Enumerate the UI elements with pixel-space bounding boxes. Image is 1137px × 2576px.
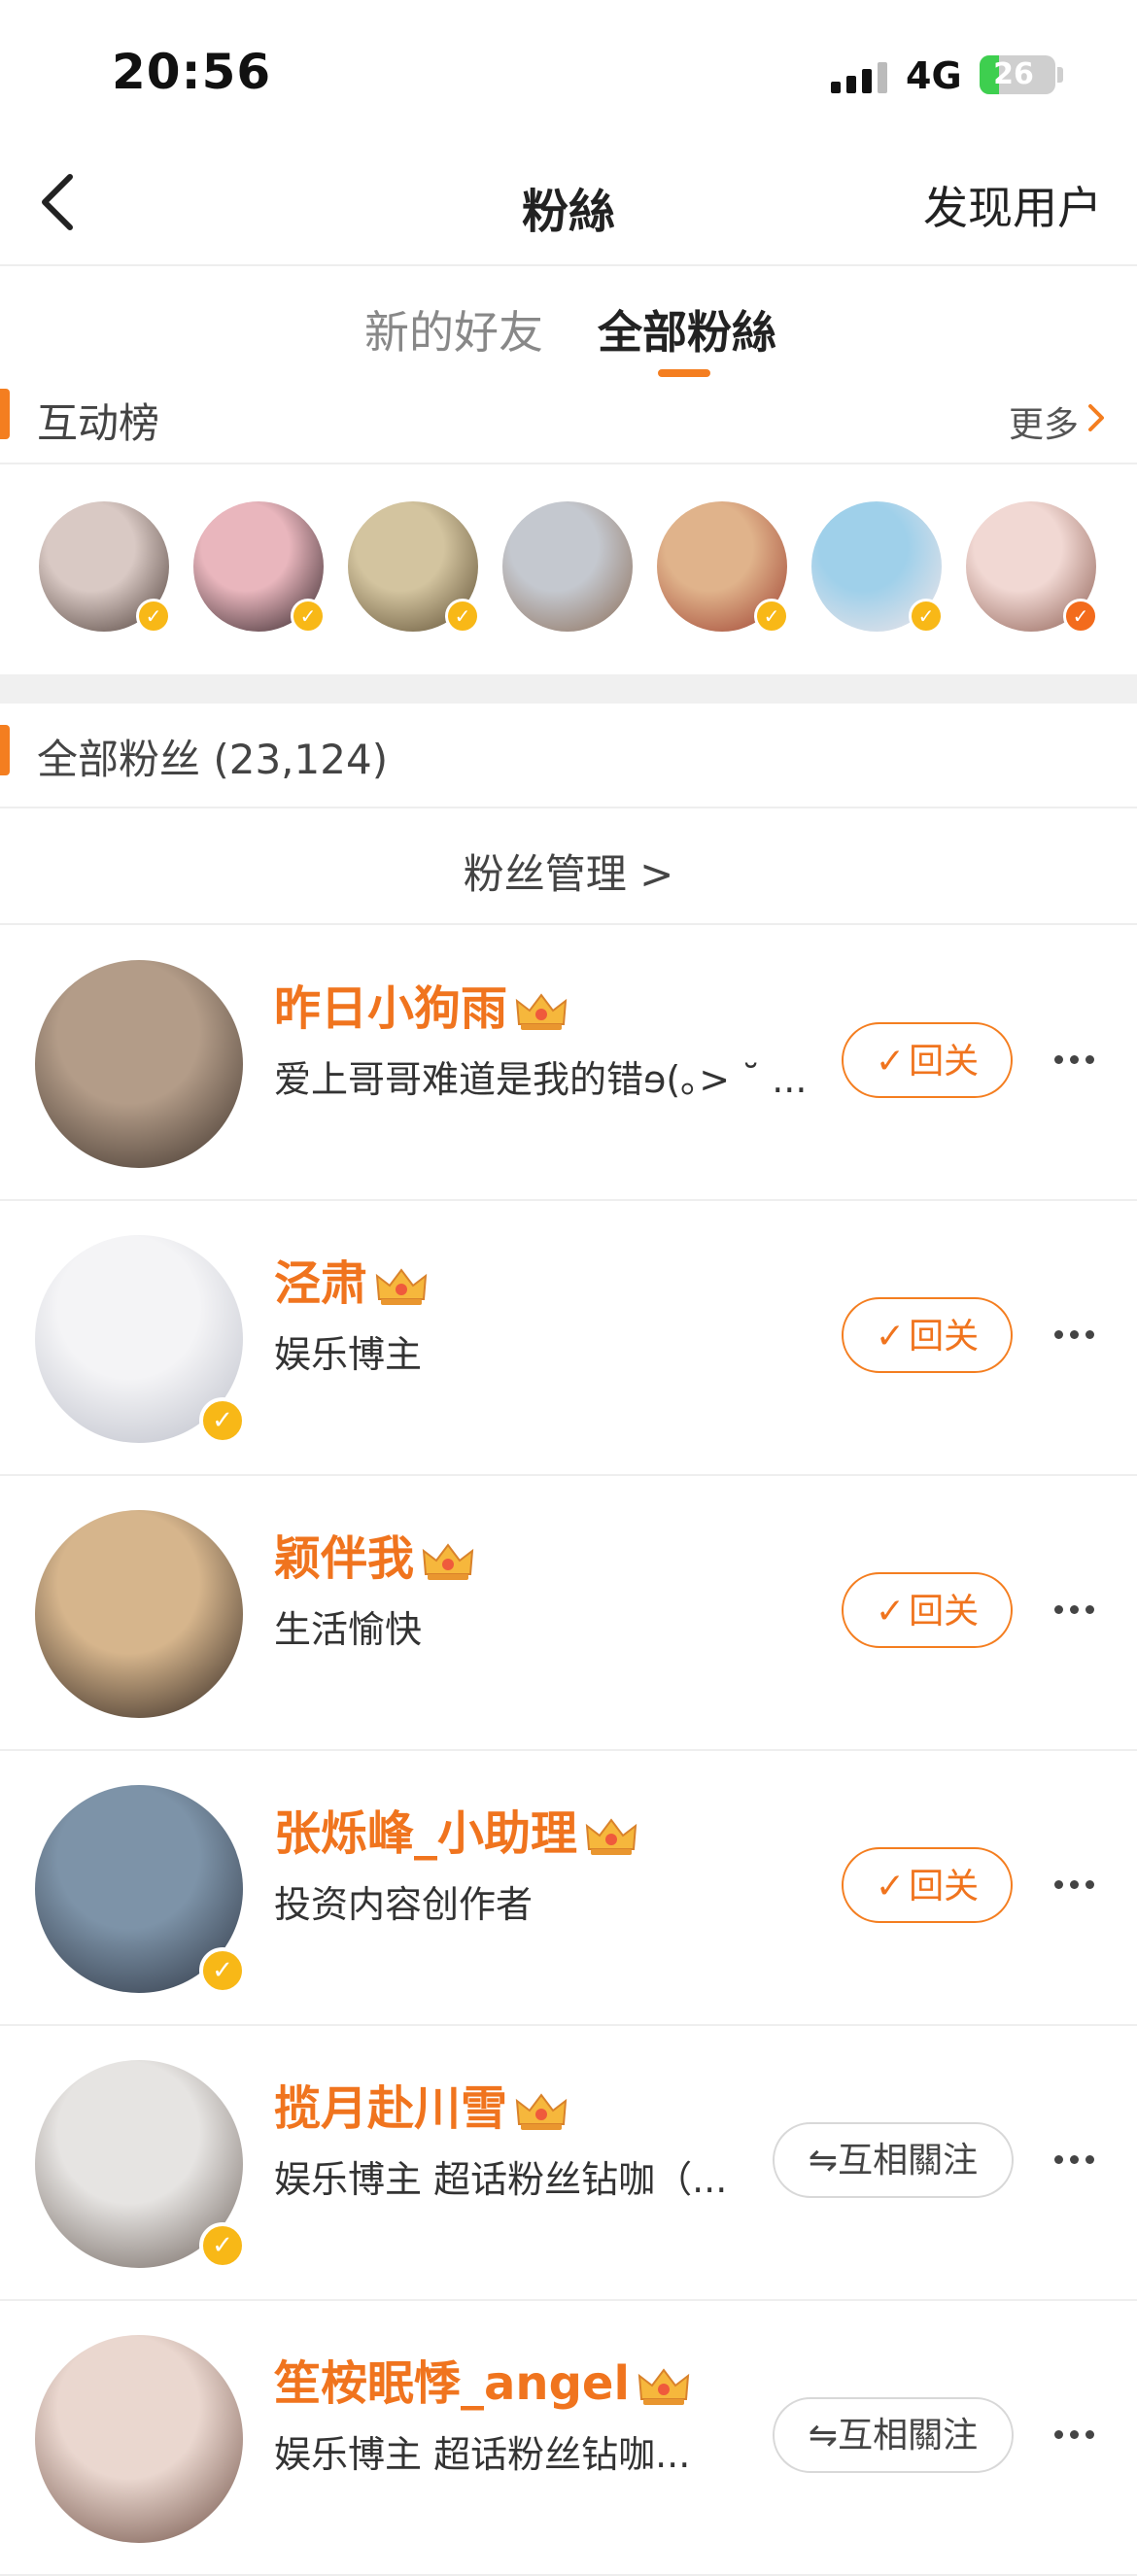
fan-description: 生活愉快 — [274, 1608, 423, 1651]
nav-bar: 粉絲 发现用户 — [0, 146, 1137, 266]
fan-row[interactable]: ✓ 揽月赴川雪娱乐博主 超话粉丝钻咖（... ⇋互相關注 — [0, 2025, 1137, 2301]
swap-arrows-icon: ⇋ — [808, 2416, 839, 2456]
section-accent-bar — [0, 389, 10, 439]
follow-back-button[interactable]: ✓ 回关 — [842, 1297, 1013, 1373]
ellipsis-icon[interactable] — [1054, 1049, 1097, 1069]
interaction-avatar[interactable] — [502, 501, 633, 632]
fan-description: 娱乐博主 超话粉丝钻咖... — [274, 2433, 691, 2476]
fan-name-text: 颖伴我 — [274, 1531, 415, 1586]
interaction-avatar[interactable]: ✓ — [657, 501, 789, 634]
section-accent-bar — [0, 725, 10, 775]
button-label: 回关 — [909, 1592, 980, 1631]
status-bar: 20:56 4G 26 — [0, 0, 1137, 146]
verified-badge-icon: ✓ — [445, 599, 480, 634]
fan-name-text: 笙桉眠悸_angel — [274, 2356, 630, 2411]
fan-name[interactable]: 揽月赴川雪 — [274, 2070, 569, 2138]
interaction-avatar[interactable]: ✓ — [39, 501, 171, 634]
crown-icon — [375, 1268, 428, 1305]
verified-badge-icon: ✓ — [199, 1397, 246, 1444]
chevron-right-icon[interactable] — [1085, 398, 1108, 437]
fan-name[interactable]: 颖伴我 — [274, 1520, 476, 1588]
check-icon: ✓ — [875, 1592, 906, 1631]
verified-badge-icon: ✓ — [291, 599, 326, 634]
interaction-avatar[interactable]: ✓ — [966, 501, 1098, 634]
verified-badge-icon: ✓ — [199, 1947, 246, 1994]
section-divider — [0, 674, 1137, 704]
tab-new-friends[interactable]: 新的好友 — [364, 297, 543, 361]
crown-icon — [422, 1543, 474, 1580]
fans-management-label: 粉丝管理 > — [463, 850, 674, 898]
check-icon: ✓ — [875, 1867, 906, 1906]
all-fans-title: 全部粉丝 (23,124) — [37, 736, 389, 783]
battery-icon: 26 — [980, 55, 1055, 94]
crown-icon — [637, 2368, 690, 2405]
fan-description: 投资内容创作者 — [274, 1883, 534, 1926]
button-label: 互相關注 — [838, 2416, 979, 2456]
fan-row[interactable]: 昨日小狗雨爱上哥哥难道是我的错ɘ(｡> ˘ ... ✓ 回关 — [0, 925, 1137, 1201]
fan-name-text: 张烁峰_小助理 — [274, 1806, 578, 1861]
avatar[interactable] — [35, 960, 243, 1168]
more-link[interactable]: 更多 — [1009, 396, 1079, 447]
crown-icon — [515, 993, 568, 1030]
check-icon: ✓ — [875, 1042, 906, 1082]
battery-cap — [1057, 67, 1063, 83]
mutual-follow-button[interactable]: ⇋互相關注 — [773, 2397, 1014, 2473]
fan-row[interactable]: ✓ 泾肃 娱乐博主 ✓ 回关 — [0, 1200, 1137, 1476]
fan-row[interactable]: 笙桉眠悸_angel 娱乐博主 超话粉丝钻咖... ⇋互相關注 — [0, 2300, 1137, 2576]
tab-bar: 新的好友 全部粉絲 — [0, 264, 1137, 381]
interaction-board-header: 互动榜 更多 — [0, 369, 1137, 463]
ellipsis-icon[interactable] — [1054, 1324, 1097, 1344]
fans-management-button[interactable]: 粉丝管理 > — [0, 808, 1137, 925]
button-label: 回关 — [909, 1317, 980, 1357]
verified-badge-icon: ✓ — [199, 2222, 246, 2269]
fan-name[interactable]: 张烁峰_小助理 — [274, 1795, 639, 1863]
fan-name-text: 泾肃 — [274, 1256, 368, 1311]
button-label: 回关 — [909, 1867, 980, 1906]
button-label: 互相關注 — [838, 2141, 979, 2181]
fan-row[interactable]: 颖伴我生活愉快 ✓ 回关 — [0, 1475, 1137, 1751]
follow-back-button[interactable]: ✓ 回关 — [842, 1847, 1013, 1923]
tab-all-fans[interactable]: 全部粉絲 — [598, 297, 776, 361]
fan-description: 娱乐博主 — [274, 1333, 423, 1376]
fan-description: 爱上哥哥难道是我的错ɘ(｡> ˘ ... — [274, 1058, 808, 1101]
interaction-avatar-row: ✓ ✓ ✓ ✓ ✓ ✓ — [0, 463, 1137, 676]
ellipsis-icon[interactable] — [1054, 1874, 1097, 1894]
verified-badge-icon: ✓ — [754, 599, 789, 634]
signal-icon — [831, 60, 889, 93]
follow-back-button[interactable]: ✓ 回关 — [842, 1022, 1013, 1098]
ellipsis-icon[interactable] — [1054, 2149, 1097, 2169]
fan-name[interactable]: 泾肃 — [274, 1245, 430, 1313]
mutual-follow-button[interactable]: ⇋互相關注 — [773, 2122, 1014, 2198]
fan-name[interactable]: 昨日小狗雨 — [274, 970, 569, 1038]
verified-badge-icon: ✓ — [136, 599, 171, 634]
network-type: 4G — [906, 54, 962, 97]
all-fans-header: 全部粉丝 (23,124) — [0, 713, 1137, 808]
swap-arrows-icon: ⇋ — [808, 2141, 839, 2181]
interaction-board-title: 互动榜 — [37, 399, 160, 447]
crown-icon — [585, 1818, 637, 1855]
button-label: 回关 — [909, 1042, 980, 1082]
fan-row[interactable]: ✓ 张烁峰_小助理 投资内容创作者 ✓ 回关 — [0, 1750, 1137, 2026]
interaction-avatar[interactable]: ✓ — [193, 501, 326, 634]
check-icon: ✓ — [875, 1317, 906, 1357]
verified-badge-icon: ✓ — [909, 599, 944, 634]
ellipsis-icon[interactable] — [1054, 2424, 1097, 2444]
crown-icon — [515, 2093, 568, 2130]
battery-level: 26 — [993, 57, 1034, 91]
fan-name-text: 昨日小狗雨 — [274, 981, 508, 1036]
avatar[interactable] — [35, 1510, 243, 1718]
follow-back-button[interactable]: ✓ 回关 — [842, 1572, 1013, 1648]
interaction-avatar[interactable]: ✓ — [348, 501, 480, 634]
status-time: 20:56 — [112, 44, 272, 100]
ellipsis-icon[interactable] — [1054, 1599, 1097, 1619]
avatar[interactable] — [35, 2335, 243, 2543]
discover-users-button[interactable]: 发现用户 — [923, 173, 1102, 237]
fan-name-text: 揽月赴川雪 — [274, 2081, 508, 2136]
fan-description: 娱乐博主 超话粉丝钻咖（... — [274, 2158, 728, 2201]
fan-name[interactable]: 笙桉眠悸_angel — [274, 2345, 692, 2413]
interaction-avatar[interactable]: ✓ — [811, 501, 944, 634]
verified-badge-icon: ✓ — [1063, 599, 1098, 634]
